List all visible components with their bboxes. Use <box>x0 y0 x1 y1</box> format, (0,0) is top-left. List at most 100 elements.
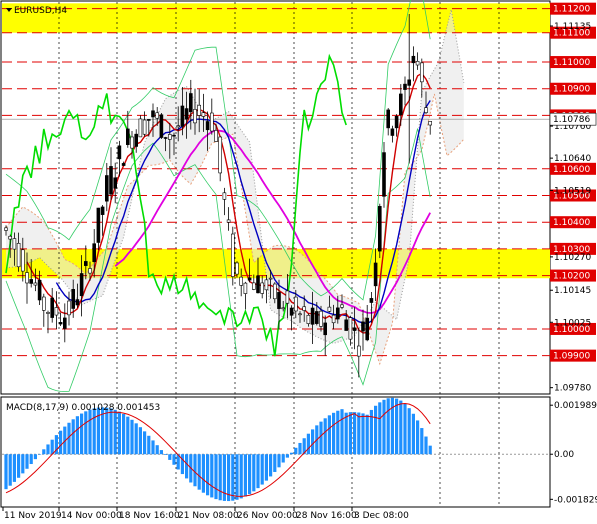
candle-body <box>285 290 290 304</box>
candle-body <box>25 272 29 284</box>
candle-body <box>319 310 323 327</box>
macd-bar <box>214 454 218 500</box>
macd-bar <box>113 409 117 455</box>
candle-body <box>323 322 328 336</box>
macd-bar <box>122 413 126 455</box>
candle-body <box>168 134 172 140</box>
macd-bar <box>252 454 256 492</box>
candle-body <box>222 192 227 200</box>
candle-body <box>71 289 75 309</box>
macd-bar <box>231 454 235 501</box>
candle-body <box>12 238 17 250</box>
macd-bar <box>172 454 176 465</box>
macd-panel-frame <box>0 396 551 508</box>
macd-bar <box>294 447 298 455</box>
candle-body <box>105 175 109 202</box>
macd-bar <box>71 419 75 455</box>
candle-body <box>109 166 113 195</box>
candle-body <box>264 279 269 291</box>
macd-y-tick-label-2: -0.001829 <box>554 495 597 505</box>
candle-body <box>235 262 239 275</box>
candle-body <box>138 118 143 138</box>
macd-bar <box>59 430 63 455</box>
candle-body <box>298 313 302 316</box>
candle-body <box>252 282 256 290</box>
candle-body <box>407 79 412 86</box>
candle-body <box>268 277 273 280</box>
candle-body <box>335 307 340 320</box>
candle-body <box>62 317 67 329</box>
level-label-11: 1.09900 <box>553 352 590 362</box>
candle-body <box>172 134 176 137</box>
candle-body <box>293 296 298 312</box>
eurusd-chart: 1.112001.111001.110001.109001.108001.106… <box>0 0 597 521</box>
y-tick-label-4: 1.10270 <box>554 253 591 263</box>
x-tick-label-3: 21 Nov 08:00 <box>178 511 239 521</box>
macd-bar <box>12 454 16 482</box>
candle-body <box>54 307 59 316</box>
macd-bar <box>235 454 239 500</box>
macd-bar <box>348 412 352 455</box>
macd-bar <box>298 442 302 455</box>
x-tick-label-4: 26 Nov 00:00 <box>237 511 298 521</box>
candle-body <box>327 306 332 312</box>
macd-bar <box>399 400 403 455</box>
candle-body <box>16 243 21 268</box>
candle-body <box>398 93 403 116</box>
macd-bar <box>428 445 432 455</box>
candle-body <box>180 105 185 127</box>
candle-body <box>41 296 46 311</box>
macd-bar <box>4 454 8 490</box>
x-tick-label-2: 18 Nov 16:00 <box>119 511 180 521</box>
macd-bar <box>42 449 46 455</box>
candle-body <box>67 300 71 316</box>
level-label-0: 1.11200 <box>553 5 590 15</box>
candle-body <box>214 130 218 142</box>
candle-body <box>189 93 193 113</box>
candle-body <box>142 119 147 135</box>
candle-body <box>310 307 315 325</box>
candle-body <box>411 55 416 64</box>
macd-bar <box>17 454 21 478</box>
candle-body <box>289 307 294 316</box>
macd-bar <box>264 454 268 481</box>
candle-body <box>373 262 378 287</box>
candle-body <box>126 128 130 145</box>
candle-body <box>163 137 168 139</box>
macd-bar <box>407 408 411 455</box>
macd-bar <box>8 454 12 486</box>
macd-bar <box>273 454 277 472</box>
candle-body <box>88 268 92 274</box>
macd-bar <box>323 418 327 455</box>
macd-bar <box>197 454 201 490</box>
candle-body <box>184 108 189 120</box>
candle-body <box>155 112 159 119</box>
candle-body <box>352 327 357 331</box>
candle-body <box>247 277 252 281</box>
candle-body <box>117 145 122 160</box>
macd-bar <box>416 420 420 455</box>
macd-y-tick-label-0: 0.001989 <box>554 401 597 411</box>
macd-title: MACD(8,17,9) 0.001028 0.001453 <box>6 403 160 413</box>
macd-bar <box>126 416 130 455</box>
candle-body <box>176 125 180 128</box>
candle-body <box>382 152 386 197</box>
y-tick-label-7: 1.09780 <box>554 384 591 394</box>
macd-bar <box>239 454 243 499</box>
macd-bar <box>130 419 134 455</box>
macd-bar <box>155 445 159 455</box>
candle-body <box>260 282 265 294</box>
candle-body <box>281 307 286 310</box>
macd-bar <box>332 412 336 455</box>
macd-bar <box>147 435 151 455</box>
macd-bar <box>382 399 386 455</box>
macd-bar <box>340 409 344 455</box>
candle-body <box>210 112 214 132</box>
macd-bar <box>168 454 172 460</box>
candle-body <box>386 109 391 129</box>
macd-bar <box>151 440 155 455</box>
candle-body <box>8 235 12 240</box>
candle-body <box>147 119 151 121</box>
candle-body <box>100 206 105 215</box>
candle-body <box>331 314 336 324</box>
